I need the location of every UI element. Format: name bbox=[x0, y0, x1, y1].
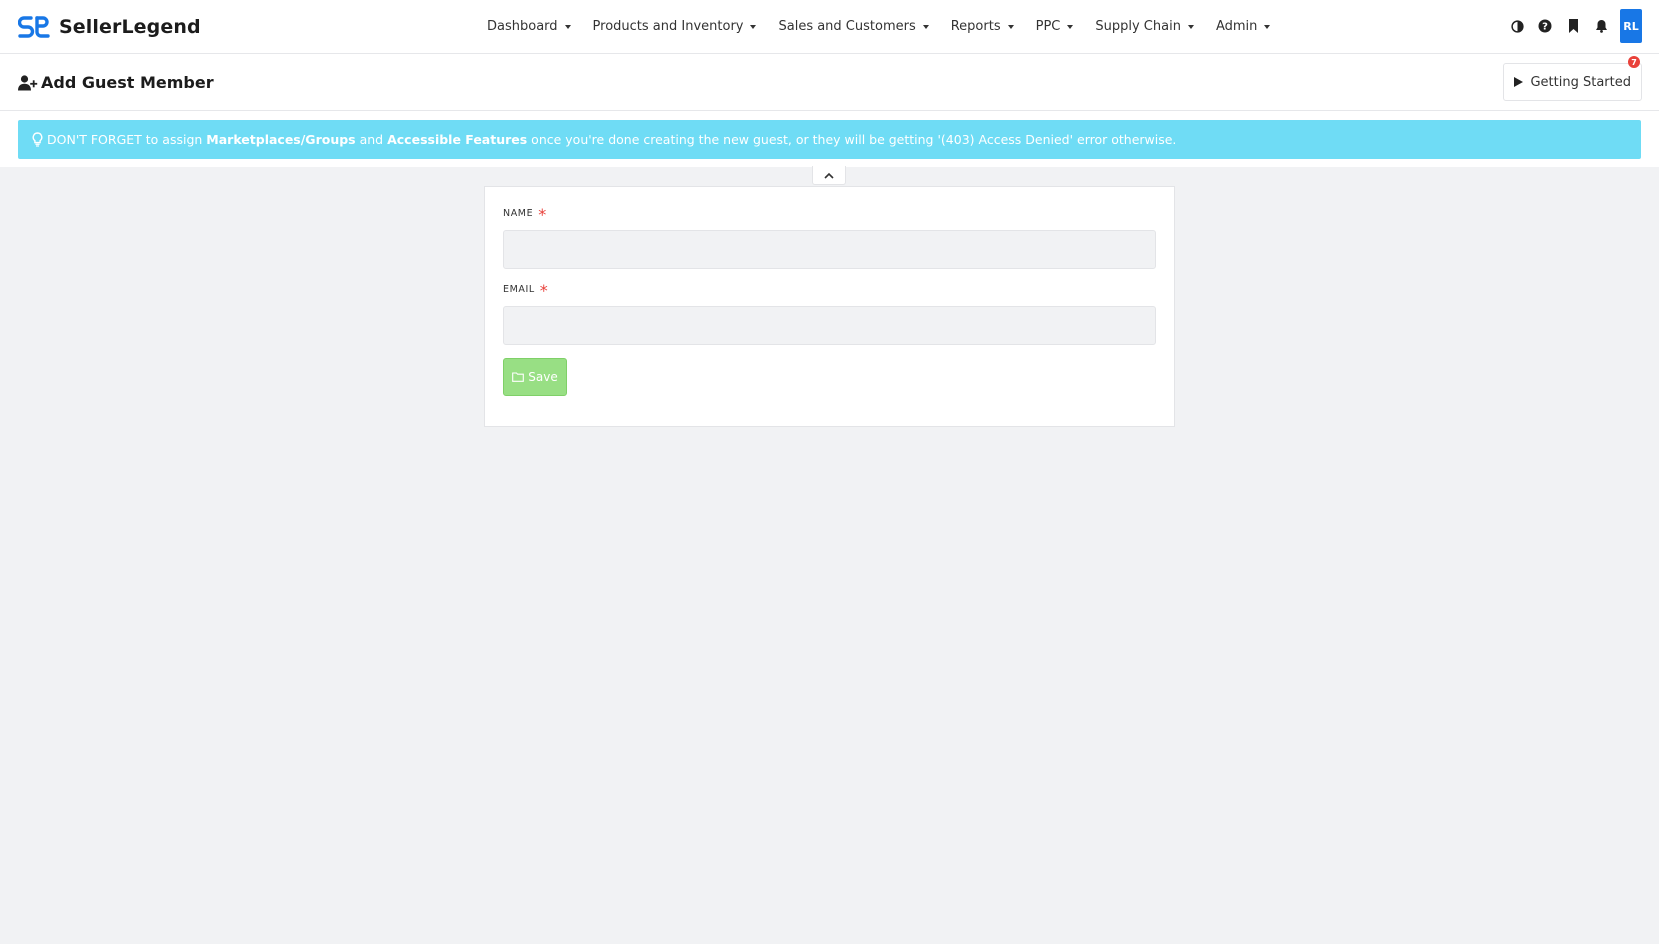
bell-icon[interactable] bbox=[1592, 17, 1610, 35]
caret-down-icon bbox=[750, 24, 757, 29]
nav-supply-chain[interactable]: Supply Chain bbox=[1095, 19, 1194, 34]
caret-down-icon bbox=[564, 24, 571, 29]
svg-text:?: ? bbox=[1542, 22, 1548, 33]
nav-label: Supply Chain bbox=[1095, 18, 1181, 34]
brand[interactable]: SellerLegend bbox=[18, 14, 201, 40]
nav-ppc[interactable]: PPC bbox=[1036, 19, 1074, 34]
caret-down-icon bbox=[1067, 24, 1074, 29]
caret-down-icon bbox=[922, 24, 929, 29]
name-label: NAME * bbox=[503, 204, 547, 224]
nav-label: Reports bbox=[950, 18, 1001, 34]
save-button[interactable]: Save bbox=[503, 358, 567, 396]
page-header: Add Guest Member Getting Started bbox=[0, 54, 1659, 111]
caret-down-icon bbox=[1187, 24, 1194, 29]
name-label-text: NAME bbox=[503, 208, 534, 219]
notification-badge: 7 bbox=[1628, 56, 1640, 68]
email-label-text: EMAIL bbox=[503, 284, 535, 295]
main-nav: Dashboard Products and Inventory Sales a… bbox=[487, 17, 1292, 35]
nav-label: Dashboard bbox=[487, 18, 558, 34]
nav-dashboard[interactable]: Dashboard bbox=[487, 19, 571, 34]
user-plus-icon bbox=[18, 74, 38, 90]
getting-started-label: Getting Started bbox=[1530, 74, 1631, 90]
save-label: Save bbox=[528, 370, 558, 384]
email-label: EMAIL * bbox=[503, 280, 549, 300]
nav-products-and-inventory[interactable]: Products and Inventory bbox=[593, 19, 757, 34]
name-input[interactable] bbox=[503, 230, 1156, 269]
top-navbar: SellerLegend Dashboard Products and Inve… bbox=[0, 0, 1659, 54]
chevron-up-icon bbox=[824, 172, 834, 179]
email-input[interactable] bbox=[503, 306, 1156, 345]
sellerlegend-logo-icon bbox=[18, 16, 50, 38]
avatar[interactable]: RL bbox=[1620, 9, 1642, 43]
alert-bold-features: Accessible Features bbox=[387, 132, 528, 147]
alert-text-2: and bbox=[355, 132, 388, 147]
nav-sales-and-customers[interactable]: Sales and Customers bbox=[778, 18, 929, 34]
info-alert: DON'T FORGET to assign Marketplaces/Grou… bbox=[18, 120, 1641, 159]
lightbulb-icon bbox=[32, 132, 43, 147]
nav-label: Sales and Customers bbox=[778, 18, 916, 34]
page-title: Add Guest Member bbox=[41, 73, 214, 92]
alert-area: DON'T FORGET to assign Marketplaces/Grou… bbox=[0, 111, 1659, 167]
required-mark: * bbox=[539, 280, 549, 300]
collapse-toggle[interactable] bbox=[812, 166, 846, 185]
nav-label: Admin bbox=[1215, 18, 1258, 34]
alert-text-3: once you're done creating the new guest,… bbox=[527, 132, 1177, 147]
brand-name: SellerLegend bbox=[59, 16, 201, 38]
bookmark-icon[interactable] bbox=[1564, 17, 1582, 35]
play-icon bbox=[1514, 77, 1524, 87]
folder-icon bbox=[512, 372, 525, 382]
nav-icon-group: ? RL bbox=[1498, 9, 1642, 43]
theme-toggle-icon[interactable] bbox=[1508, 17, 1526, 35]
nav-label: Products and Inventory bbox=[592, 18, 744, 34]
required-mark: * bbox=[538, 204, 547, 224]
guest-member-form: NAME * EMAIL * Save bbox=[484, 186, 1175, 427]
getting-started-button[interactable]: Getting Started bbox=[1503, 63, 1642, 101]
page-title-wrap: Add Guest Member bbox=[18, 73, 214, 92]
nav-admin[interactable]: Admin bbox=[1215, 18, 1271, 34]
nav-label: PPC bbox=[1035, 18, 1061, 34]
nav-reports[interactable]: Reports bbox=[951, 19, 1014, 34]
help-icon[interactable]: ? bbox=[1536, 17, 1554, 35]
alert-text-1: DON'T FORGET to assign bbox=[47, 132, 207, 147]
caret-down-icon bbox=[1264, 24, 1271, 29]
alert-bold-marketplaces: Marketplaces/Groups bbox=[206, 132, 356, 147]
caret-down-icon bbox=[1007, 24, 1014, 29]
